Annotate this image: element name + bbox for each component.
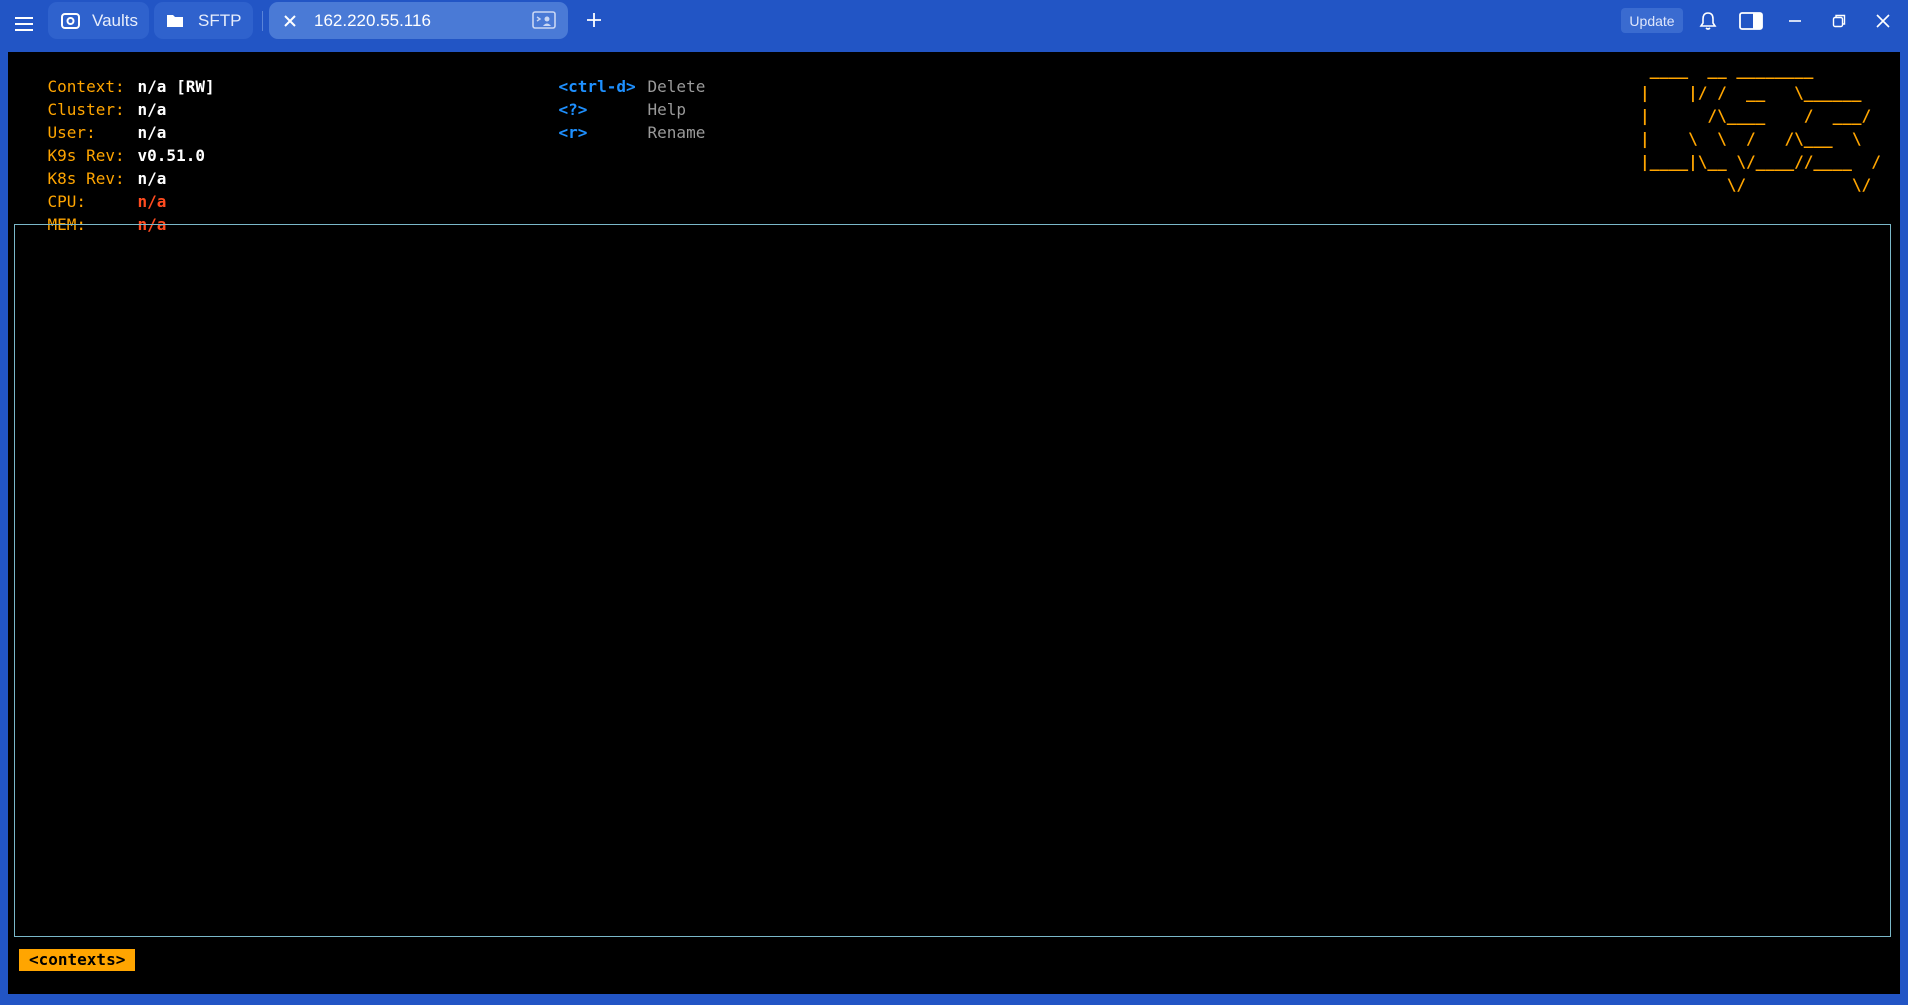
minimize-icon[interactable] bbox=[1782, 8, 1808, 34]
sidebar-toggle-icon[interactable] bbox=[1738, 8, 1764, 34]
vault-icon bbox=[60, 11, 80, 31]
title-bar: Vaults SFTP 162.220.55.116 Update bbox=[0, 0, 1908, 52]
tab-label: Vaults bbox=[92, 10, 138, 30]
tab-divider bbox=[262, 11, 263, 31]
tab-label: SFTP bbox=[198, 10, 242, 30]
restore-icon[interactable] bbox=[1826, 8, 1852, 34]
tab-ssh-host[interactable]: 162.220.55.116 bbox=[269, 2, 568, 39]
close-icon[interactable] bbox=[280, 11, 300, 31]
terminal-profile-icon[interactable] bbox=[532, 10, 556, 30]
bell-icon[interactable] bbox=[1695, 8, 1721, 34]
tab-label: 162.220.55.116 bbox=[314, 10, 431, 30]
add-tab-icon[interactable] bbox=[582, 8, 606, 32]
k9s-logo: ____ __ ________ | |/ / __ \______ | /\_… bbox=[1640, 60, 1881, 194]
hint-rename: <r> Rename bbox=[520, 98, 706, 167]
update-button[interactable]: Update bbox=[1621, 8, 1683, 33]
window-close-icon[interactable] bbox=[1870, 8, 1896, 34]
folder-icon bbox=[165, 11, 185, 31]
tab-sftp[interactable]: SFTP bbox=[154, 2, 253, 39]
tab-vaults[interactable]: Vaults bbox=[48, 2, 149, 39]
contexts-table-pane[interactable] bbox=[14, 224, 1891, 937]
hamburger-menu-icon[interactable] bbox=[10, 10, 38, 38]
terminal-window[interactable]: Context: n/a [RW] Cluster: n/a User: n/a K9… bbox=[8, 52, 1900, 994]
hint-key: <r> bbox=[558, 123, 588, 142]
breadcrumb: <contexts> bbox=[19, 949, 136, 971]
hint-desc: Rename bbox=[647, 123, 706, 142]
